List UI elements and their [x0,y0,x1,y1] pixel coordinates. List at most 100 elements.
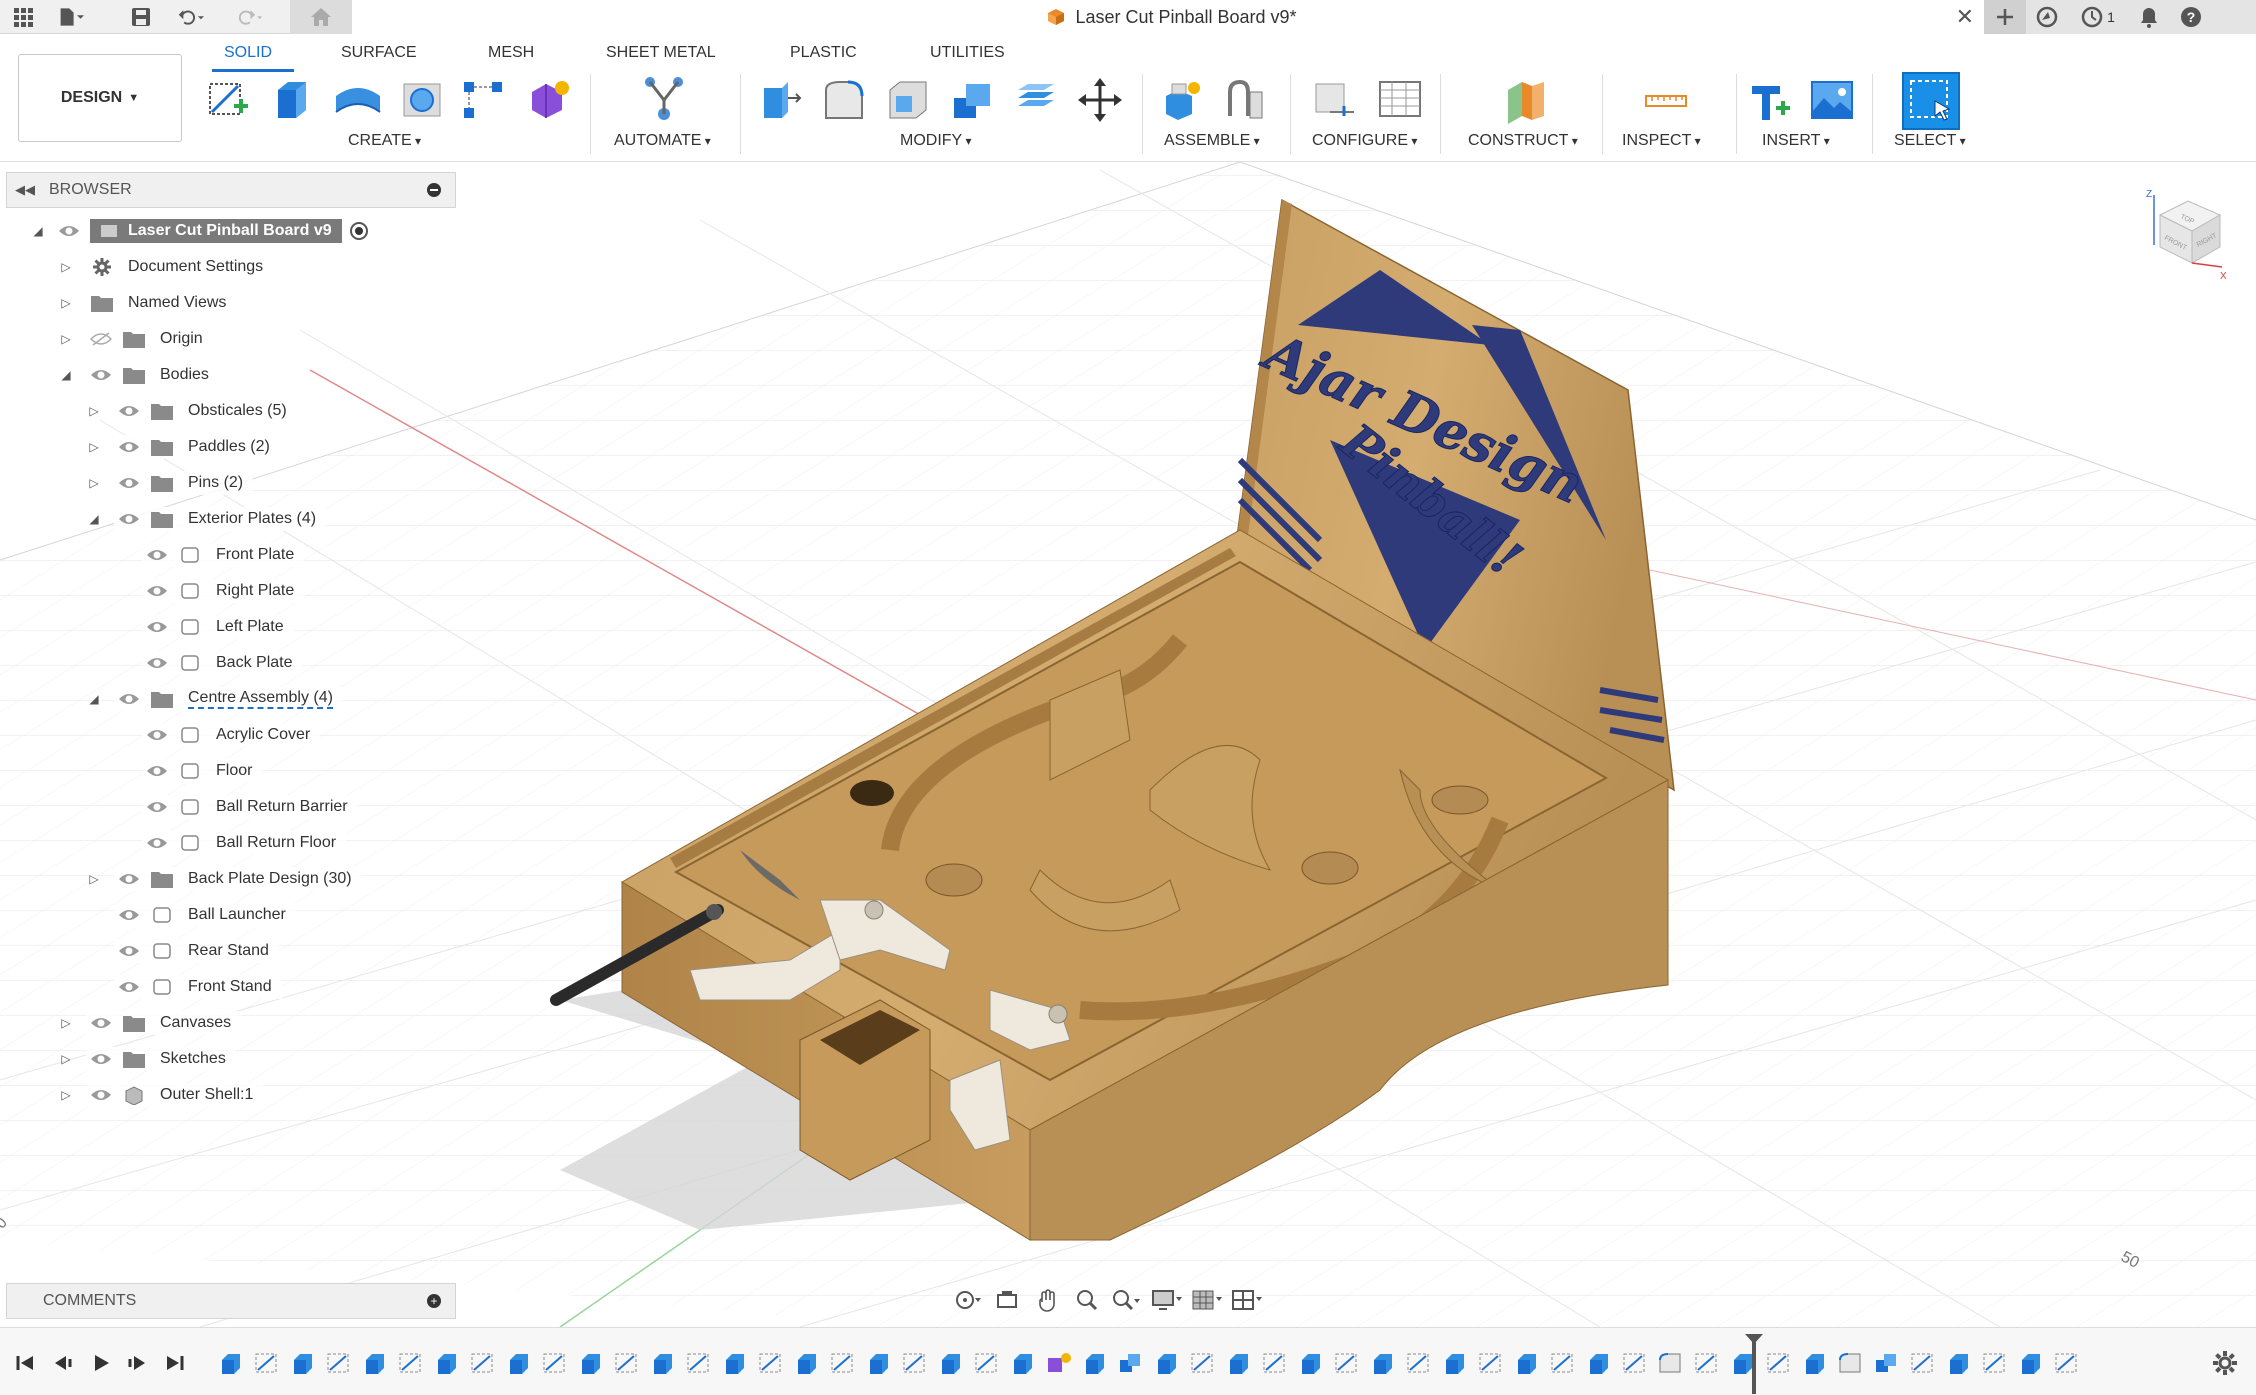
tab-utilities[interactable]: UTILITIES [930,44,1005,62]
modify-group-label[interactable]: MODIFY [900,132,972,150]
visibility-eye-icon[interactable] [146,583,168,599]
browser-item-right-plate[interactable]: Right Plate [114,574,305,608]
comments-panel[interactable]: COMMENTS + [6,1283,456,1319]
timeline-extrude-icon[interactable] [216,1350,246,1376]
tab-solid[interactable]: SOLID [224,44,272,62]
browser-item-exterior-plates-4[interactable]: ◢ Exterior Plates (4) [86,502,327,536]
zoom-window-icon[interactable] [1110,1285,1144,1315]
offset-face-icon[interactable] [1010,74,1062,126]
measure-icon[interactable] [1640,74,1692,126]
timeline-sketch-icon[interactable] [1620,1350,1650,1376]
timeline-sketch-icon[interactable] [1404,1350,1434,1376]
save-icon[interactable] [128,4,154,30]
automate-group-label[interactable]: AUTOMATE [614,132,711,150]
shell-icon[interactable] [882,74,934,126]
browser-item-bodies[interactable]: ◢ Bodies [58,358,219,392]
expand-arrow-icon[interactable]: ▷ [86,404,102,418]
insert-derive-icon[interactable] [1744,74,1796,126]
select-icon[interactable] [1902,72,1960,130]
timeline-extrude-icon[interactable] [1512,1350,1542,1376]
visibility-eye-icon[interactable] [146,727,168,743]
construct-group-label[interactable]: CONSTRUCT [1468,132,1578,150]
app-grid-icon[interactable] [10,4,36,30]
configuration-table-icon[interactable] [1374,74,1426,126]
browser-item-front-plate[interactable]: Front Plate [114,538,305,572]
visibility-eye-icon[interactable] [90,1051,112,1067]
pattern-icon[interactable] [458,74,510,126]
extensions-icon[interactable] [2026,0,2068,34]
timeline-marker[interactable] [1745,1334,1763,1394]
change-parameters-icon[interactable] [1308,74,1360,126]
combine-icon[interactable] [946,74,998,126]
timeline-extrude-icon[interactable] [576,1350,606,1376]
browser-item-ball-launcher[interactable]: Ball Launcher [86,898,296,932]
timeline-extrude-icon[interactable] [1584,1350,1614,1376]
visibility-eye-icon[interactable] [90,1015,112,1031]
timeline-sketch-icon[interactable] [1908,1350,1938,1376]
offset-plane-icon[interactable] [1500,74,1552,126]
close-tab-icon[interactable]: ✕ [1956,4,1974,30]
visibility-eye-icon[interactable] [118,871,140,887]
step-back-icon[interactable] [50,1350,76,1376]
move-icon[interactable] [1074,74,1126,126]
timeline-extrude-icon[interactable] [1368,1350,1398,1376]
sweep-icon[interactable] [396,74,448,126]
new-tab-icon[interactable] [1984,0,2026,34]
expand-arrow-icon[interactable]: ▷ [86,476,102,490]
timeline-extrude-icon[interactable] [1224,1350,1254,1376]
zoom-icon[interactable] [1070,1285,1104,1315]
timeline-extrude-icon[interactable] [864,1350,894,1376]
visibility-eye-icon[interactable] [118,979,140,995]
timeline-extrude-icon[interactable] [432,1350,462,1376]
grid-settings-icon[interactable] [1190,1285,1224,1315]
visibility-eye-icon[interactable] [90,1087,112,1103]
expand-arrow-icon[interactable]: ▷ [86,872,102,886]
visibility-eye-icon[interactable] [118,907,140,923]
expand-arrow-icon[interactable]: ▷ [58,260,74,274]
timeline-extrude-icon[interactable] [1080,1350,1110,1376]
timeline-sketch-icon[interactable] [324,1350,354,1376]
step-forward-icon[interactable] [124,1350,150,1376]
visibility-eye-icon[interactable] [118,403,140,419]
browser-item-named-views[interactable]: ▷ Named Views [58,286,237,320]
job-status-icon[interactable]: 1 [2068,0,2128,34]
timeline-extrude-icon[interactable] [1152,1350,1182,1376]
timeline-combine-icon[interactable] [1116,1350,1146,1376]
home-icon[interactable] [290,0,352,34]
browser-item-back-plate-design-30[interactable]: ▷ Back Plate Design (30) [86,862,362,896]
timeline-fillet-icon[interactable] [1656,1350,1686,1376]
tab-sheet-metal[interactable]: SHEET METAL [606,44,716,62]
insert-group-label[interactable]: INSERT [1762,132,1830,150]
visibility-eye-icon[interactable] [118,943,140,959]
expand-arrow-icon[interactable]: ▷ [58,1088,74,1102]
timeline-sketch-icon[interactable] [1476,1350,1506,1376]
timeline-form-icon[interactable] [1044,1350,1074,1376]
browser-root-item[interactable]: ◢ Laser Cut Pinball Board v9 [30,214,368,248]
expand-arrow-icon[interactable]: ▷ [58,1052,74,1066]
orbit-icon[interactable] [950,1285,984,1315]
browser-item-document-settings[interactable]: ▷ Document Settings [58,250,274,284]
visibility-eye-icon[interactable] [58,223,80,239]
extrude-icon[interactable] [266,74,318,126]
go-to-end-icon[interactable] [162,1350,188,1376]
timeline-sketch-icon[interactable] [972,1350,1002,1376]
form-icon[interactable] [522,74,574,126]
collapse-arrow-icon[interactable]: ◢ [30,224,46,238]
add-comment-icon[interactable]: + [427,1294,441,1308]
select-group-label[interactable]: SELECT [1894,132,1966,150]
timeline-sketch-icon[interactable] [1332,1350,1362,1376]
timeline-combine-icon[interactable] [1872,1350,1902,1376]
expand-arrow-icon[interactable]: ▷ [58,1016,74,1030]
look-at-icon[interactable] [990,1285,1024,1315]
play-icon[interactable] [88,1350,114,1376]
timeline-sketch-icon[interactable] [468,1350,498,1376]
viewports-icon[interactable] [1230,1285,1264,1315]
fillet-icon[interactable] [818,74,870,126]
browser-item-obsticales-5[interactable]: ▷ Obsticales (5) [86,394,297,428]
create-group-label[interactable]: CREATE [348,132,421,150]
browser-item-left-plate[interactable]: Left Plate [114,610,294,644]
timeline-extrude-icon[interactable] [936,1350,966,1376]
timeline-sketch-icon[interactable] [1260,1350,1290,1376]
timeline-sketch-icon[interactable] [612,1350,642,1376]
tab-plastic[interactable]: PLASTIC [790,44,857,62]
